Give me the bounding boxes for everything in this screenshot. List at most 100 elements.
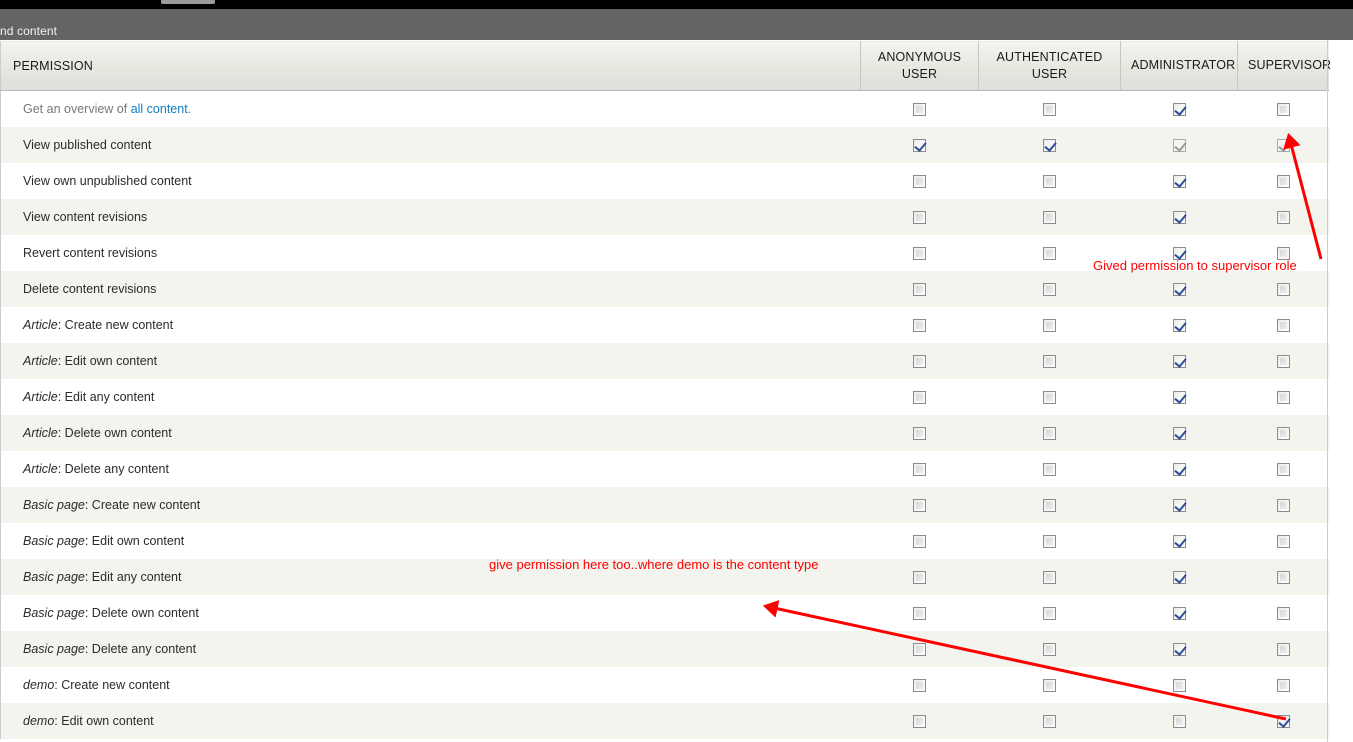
table-row: Article: Delete any content bbox=[0, 450, 1329, 487]
permission-cell-supervisor bbox=[1237, 414, 1329, 451]
permission-checkbox-anonymous-user[interactable] bbox=[913, 678, 926, 692]
permission-cell-administrator bbox=[1120, 162, 1238, 199]
permission-label-text: View published content bbox=[23, 137, 152, 152]
permission-cell-authenticated-user bbox=[978, 342, 1121, 379]
permission-checkbox-authenticated-user[interactable] bbox=[1043, 390, 1056, 404]
permission-cell-administrator bbox=[1120, 342, 1238, 379]
permission-checkbox-administrator[interactable] bbox=[1172, 210, 1186, 224]
permission-checkbox-authenticated-user[interactable] bbox=[1043, 318, 1056, 332]
permission-checkbox-anonymous-user[interactable] bbox=[913, 390, 926, 404]
permission-label-text: : Delete own content bbox=[57, 425, 172, 440]
permission-checkbox-anonymous-user[interactable] bbox=[913, 714, 926, 728]
permission-checkbox-anonymous-user[interactable] bbox=[913, 210, 926, 224]
permission-checkbox-authenticated-user[interactable] bbox=[1043, 282, 1056, 296]
permission-label-text: View own unpublished content bbox=[23, 173, 192, 188]
permission-checkbox-administrator[interactable] bbox=[1172, 318, 1186, 332]
permission-label-text: : Edit any content bbox=[84, 569, 182, 584]
all-content-link[interactable]: all content bbox=[131, 102, 188, 116]
permission-checkbox-administrator[interactable] bbox=[1172, 354, 1186, 368]
permission-checkbox-administrator[interactable] bbox=[1172, 138, 1186, 152]
permission-checkbox-anonymous-user[interactable] bbox=[913, 282, 926, 296]
permission-checkbox-authenticated-user[interactable] bbox=[1043, 678, 1056, 692]
permission-checkbox-administrator[interactable] bbox=[1172, 390, 1186, 404]
permission-checkbox-supervisor[interactable] bbox=[1276, 714, 1290, 728]
permission-checkbox-supervisor[interactable] bbox=[1276, 354, 1290, 368]
permission-checkbox-authenticated-user[interactable] bbox=[1043, 462, 1056, 476]
permission-checkbox-anonymous-user[interactable] bbox=[913, 426, 926, 440]
permission-checkbox-authenticated-user[interactable] bbox=[1043, 498, 1056, 512]
permission-checkbox-authenticated-user[interactable] bbox=[1043, 714, 1056, 728]
permission-checkbox-administrator[interactable] bbox=[1172, 678, 1186, 692]
permission-checkbox-authenticated-user[interactable] bbox=[1043, 426, 1056, 440]
permission-label-text: : Delete own content bbox=[84, 605, 199, 620]
permission-cell-administrator bbox=[1120, 90, 1238, 127]
permission-checkbox-administrator[interactable] bbox=[1172, 282, 1186, 296]
table-header-row: PERMISSION ANONYMOUS USER AUTHENTICATED … bbox=[0, 40, 1331, 91]
permission-checkbox-supervisor[interactable] bbox=[1276, 642, 1290, 656]
permission-cell-authenticated-user bbox=[978, 126, 1121, 163]
permission-checkbox-anonymous-user[interactable] bbox=[913, 246, 926, 260]
permission-checkbox-administrator[interactable] bbox=[1172, 534, 1186, 548]
table-row: demo: Edit own content bbox=[0, 702, 1329, 739]
permission-cell-authenticated-user bbox=[978, 90, 1121, 127]
table-row: Delete content revisions bbox=[0, 270, 1329, 307]
table-row: Get an overview of all content. bbox=[0, 90, 1329, 127]
permission-checkbox-administrator[interactable] bbox=[1172, 426, 1186, 440]
page-toolbar: nd content bbox=[0, 9, 1353, 40]
browser-tab-stub[interactable] bbox=[161, 0, 215, 4]
permission-checkbox-authenticated-user[interactable] bbox=[1043, 138, 1056, 152]
permission-checkbox-administrator[interactable] bbox=[1172, 606, 1186, 620]
permission-checkbox-supervisor[interactable] bbox=[1276, 210, 1290, 224]
permission-checkbox-anonymous-user[interactable] bbox=[913, 318, 926, 332]
permission-checkbox-administrator[interactable] bbox=[1172, 714, 1186, 728]
permission-checkbox-authenticated-user[interactable] bbox=[1043, 606, 1056, 620]
permission-checkbox-supervisor[interactable] bbox=[1276, 606, 1290, 620]
permission-checkbox-supervisor[interactable] bbox=[1276, 318, 1290, 332]
permission-checkbox-anonymous-user[interactable] bbox=[913, 174, 926, 188]
permission-checkbox-supervisor[interactable] bbox=[1276, 138, 1290, 152]
permission-checkbox-authenticated-user[interactable] bbox=[1043, 642, 1056, 656]
permission-checkbox-supervisor[interactable] bbox=[1276, 534, 1290, 548]
permission-checkbox-authenticated-user[interactable] bbox=[1043, 174, 1056, 188]
permission-checkbox-anonymous-user[interactable] bbox=[913, 570, 926, 584]
permission-checkbox-anonymous-user[interactable] bbox=[913, 462, 926, 476]
permission-checkbox-supervisor[interactable] bbox=[1276, 426, 1290, 440]
permission-checkbox-anonymous-user[interactable] bbox=[913, 606, 926, 620]
permission-checkbox-authenticated-user[interactable] bbox=[1043, 102, 1056, 116]
permission-checkbox-authenticated-user[interactable] bbox=[1043, 210, 1056, 224]
permission-checkbox-administrator[interactable] bbox=[1172, 642, 1186, 656]
permission-checkbox-administrator[interactable] bbox=[1172, 102, 1186, 116]
permission-checkbox-anonymous-user[interactable] bbox=[913, 534, 926, 548]
permission-checkbox-supervisor[interactable] bbox=[1276, 570, 1290, 584]
permission-checkbox-anonymous-user[interactable] bbox=[913, 642, 926, 656]
permission-cell-supervisor bbox=[1237, 378, 1329, 415]
permission-checkbox-anonymous-user[interactable] bbox=[913, 498, 926, 512]
permission-checkbox-authenticated-user[interactable] bbox=[1043, 246, 1056, 260]
permission-checkbox-supervisor[interactable] bbox=[1276, 390, 1290, 404]
permission-checkbox-supervisor[interactable] bbox=[1276, 174, 1290, 188]
permission-cell-supervisor bbox=[1237, 522, 1329, 559]
permission-checkbox-administrator[interactable] bbox=[1172, 462, 1186, 476]
permission-checkbox-anonymous-user[interactable] bbox=[913, 138, 926, 152]
permission-checkbox-supervisor[interactable] bbox=[1276, 462, 1290, 476]
permission-checkbox-administrator[interactable] bbox=[1172, 174, 1186, 188]
permission-cell-authenticated-user bbox=[978, 306, 1121, 343]
permission-checkbox-administrator[interactable] bbox=[1172, 498, 1186, 512]
permission-label-text: : Create new content bbox=[54, 677, 170, 692]
permission-checkbox-authenticated-user[interactable] bbox=[1043, 354, 1056, 368]
permission-checkbox-authenticated-user[interactable] bbox=[1043, 570, 1056, 584]
permission-checkbox-administrator[interactable] bbox=[1172, 570, 1186, 584]
permission-cell-anonymous-user bbox=[860, 486, 979, 523]
table-row: demo: Create new content bbox=[0, 666, 1329, 703]
permission-cell-anonymous-user bbox=[860, 702, 979, 739]
permission-label-cell: Article: Delete any content bbox=[0, 450, 861, 487]
permission-checkbox-anonymous-user[interactable] bbox=[913, 354, 926, 368]
permission-label-cell: Article: Create new content bbox=[0, 306, 861, 343]
permission-checkbox-authenticated-user[interactable] bbox=[1043, 534, 1056, 548]
permission-checkbox-anonymous-user[interactable] bbox=[913, 102, 926, 116]
permission-cell-authenticated-user bbox=[978, 450, 1121, 487]
permission-checkbox-supervisor[interactable] bbox=[1276, 102, 1290, 116]
permission-checkbox-supervisor[interactable] bbox=[1276, 678, 1290, 692]
permission-checkbox-supervisor[interactable] bbox=[1276, 282, 1290, 296]
permission-checkbox-supervisor[interactable] bbox=[1276, 498, 1290, 512]
